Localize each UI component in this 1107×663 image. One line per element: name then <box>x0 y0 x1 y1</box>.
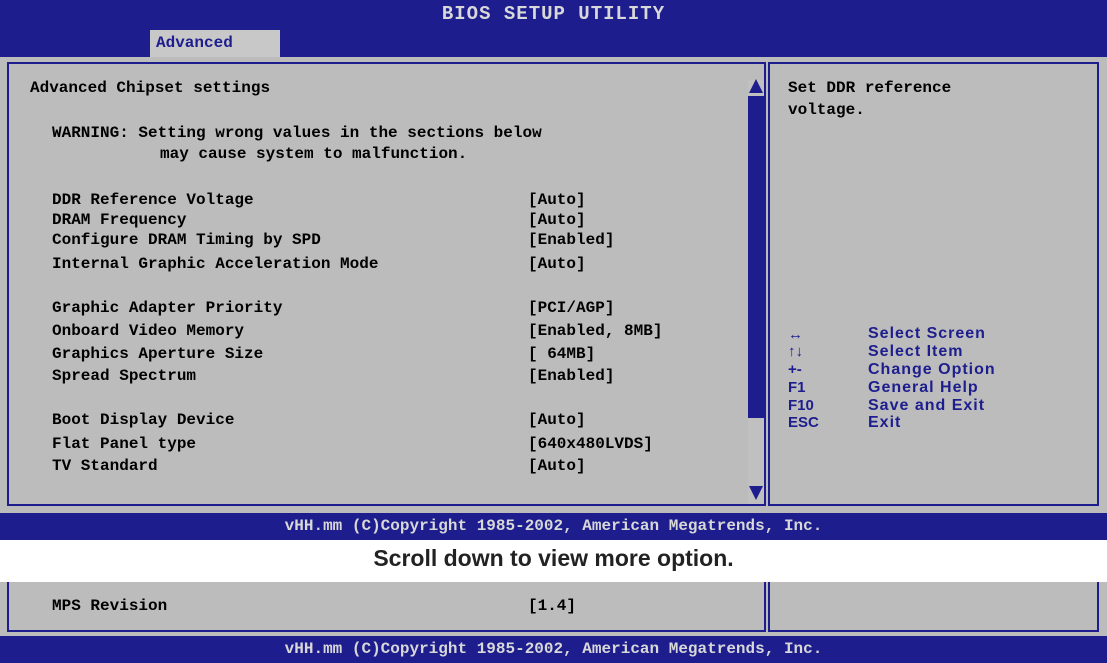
setting-value-onboard-video-memory[interactable]: [Enabled, 8MB] <box>528 322 662 340</box>
setting-label-graphic-adapter-priority[interactable]: Graphic Adapter Priority <box>52 299 282 317</box>
key-esc: ESC <box>788 414 819 431</box>
setting-label-dram-frequency[interactable]: DRAM Frequency <box>52 211 186 229</box>
scroll-caption: Scroll down to view more option. <box>373 545 734 571</box>
setting-label-dram-timing-spd[interactable]: Configure DRAM Timing by SPD <box>52 231 321 249</box>
copyright-footer: vHH.mm (C)Copyright 1985-2002, American … <box>0 513 1107 540</box>
setting-value-flat-panel-type[interactable]: [640x480LVDS] <box>528 435 653 453</box>
setting-value-graphics-aperture-size[interactable]: [ 64MB] <box>528 345 595 363</box>
copyright-footer-lower: vHH.mm (C)Copyright 1985-2002, American … <box>0 636 1107 663</box>
help-text-line-2: voltage. <box>788 101 865 119</box>
legend-general-help: General Help <box>868 379 979 396</box>
setting-label-ddr-ref-voltage[interactable]: DDR Reference Voltage <box>52 191 254 209</box>
help-frame <box>768 62 1099 506</box>
setting-label-mps-revision[interactable]: MPS Revision <box>52 597 167 615</box>
scrollbar-thumb[interactable] <box>748 96 764 418</box>
bios-title: BIOS SETUP UTILITY <box>441 3 666 25</box>
setting-label-onboard-video-memory[interactable]: Onboard Video Memory <box>52 322 244 340</box>
plus-minus-icon: +- <box>788 361 802 378</box>
scroll-up-arrow-icon[interactable] <box>749 79 763 93</box>
setting-value-tv-standard[interactable]: [Auto] <box>528 457 586 475</box>
setting-value-spread-spectrum[interactable]: [Enabled] <box>528 367 614 385</box>
section-heading: Advanced Chipset settings <box>30 79 271 97</box>
warning-line-2: may cause system to malfunction. <box>160 145 468 163</box>
warning-line-1: WARNING: Setting wrong values in the sec… <box>52 124 542 142</box>
setting-label-graphics-aperture-size[interactable]: Graphics Aperture Size <box>52 345 263 363</box>
setting-value-dram-frequency[interactable]: [Auto] <box>528 211 586 229</box>
setting-label-flat-panel-type[interactable]: Flat Panel type <box>52 435 196 453</box>
left-right-arrows-icon: ↔ <box>788 326 803 343</box>
setting-label-internal-graphic-accel[interactable]: Internal Graphic Acceleration Mode <box>52 255 378 273</box>
lower-help-frame <box>768 582 1099 632</box>
key-f10: F10 <box>788 397 814 414</box>
setting-label-tv-standard[interactable]: TV Standard <box>52 457 158 475</box>
legend-save-and-exit: Save and Exit <box>868 397 986 414</box>
key-f1: F1 <box>788 379 806 396</box>
setting-label-spread-spectrum[interactable]: Spread Spectrum <box>52 367 196 385</box>
legend-change-option: Change Option <box>868 361 996 378</box>
setting-value-ddr-ref-voltage[interactable]: [Auto] <box>528 191 586 209</box>
setting-label-boot-display-device[interactable]: Boot Display Device <box>52 411 234 429</box>
legend-exit: Exit <box>868 414 902 431</box>
scroll-down-arrow-icon[interactable] <box>749 486 763 500</box>
legend-select-screen: Select Screen <box>868 325 986 342</box>
setting-value-graphic-adapter-priority[interactable]: [PCI/AGP] <box>528 299 614 317</box>
setting-value-internal-graphic-accel[interactable]: [Auto] <box>528 255 586 273</box>
legend-select-item: Select Item <box>868 343 964 360</box>
setting-value-mps-revision[interactable]: [1.4] <box>528 597 576 615</box>
setting-value-dram-timing-spd[interactable]: [Enabled] <box>528 231 614 249</box>
help-text-line-1: Set DDR reference <box>788 79 952 97</box>
up-down-arrows-icon: ↑↓ <box>788 343 803 360</box>
tab-advanced[interactable]: Advanced <box>150 30 280 57</box>
setting-value-boot-display-device[interactable]: [Auto] <box>528 411 586 429</box>
